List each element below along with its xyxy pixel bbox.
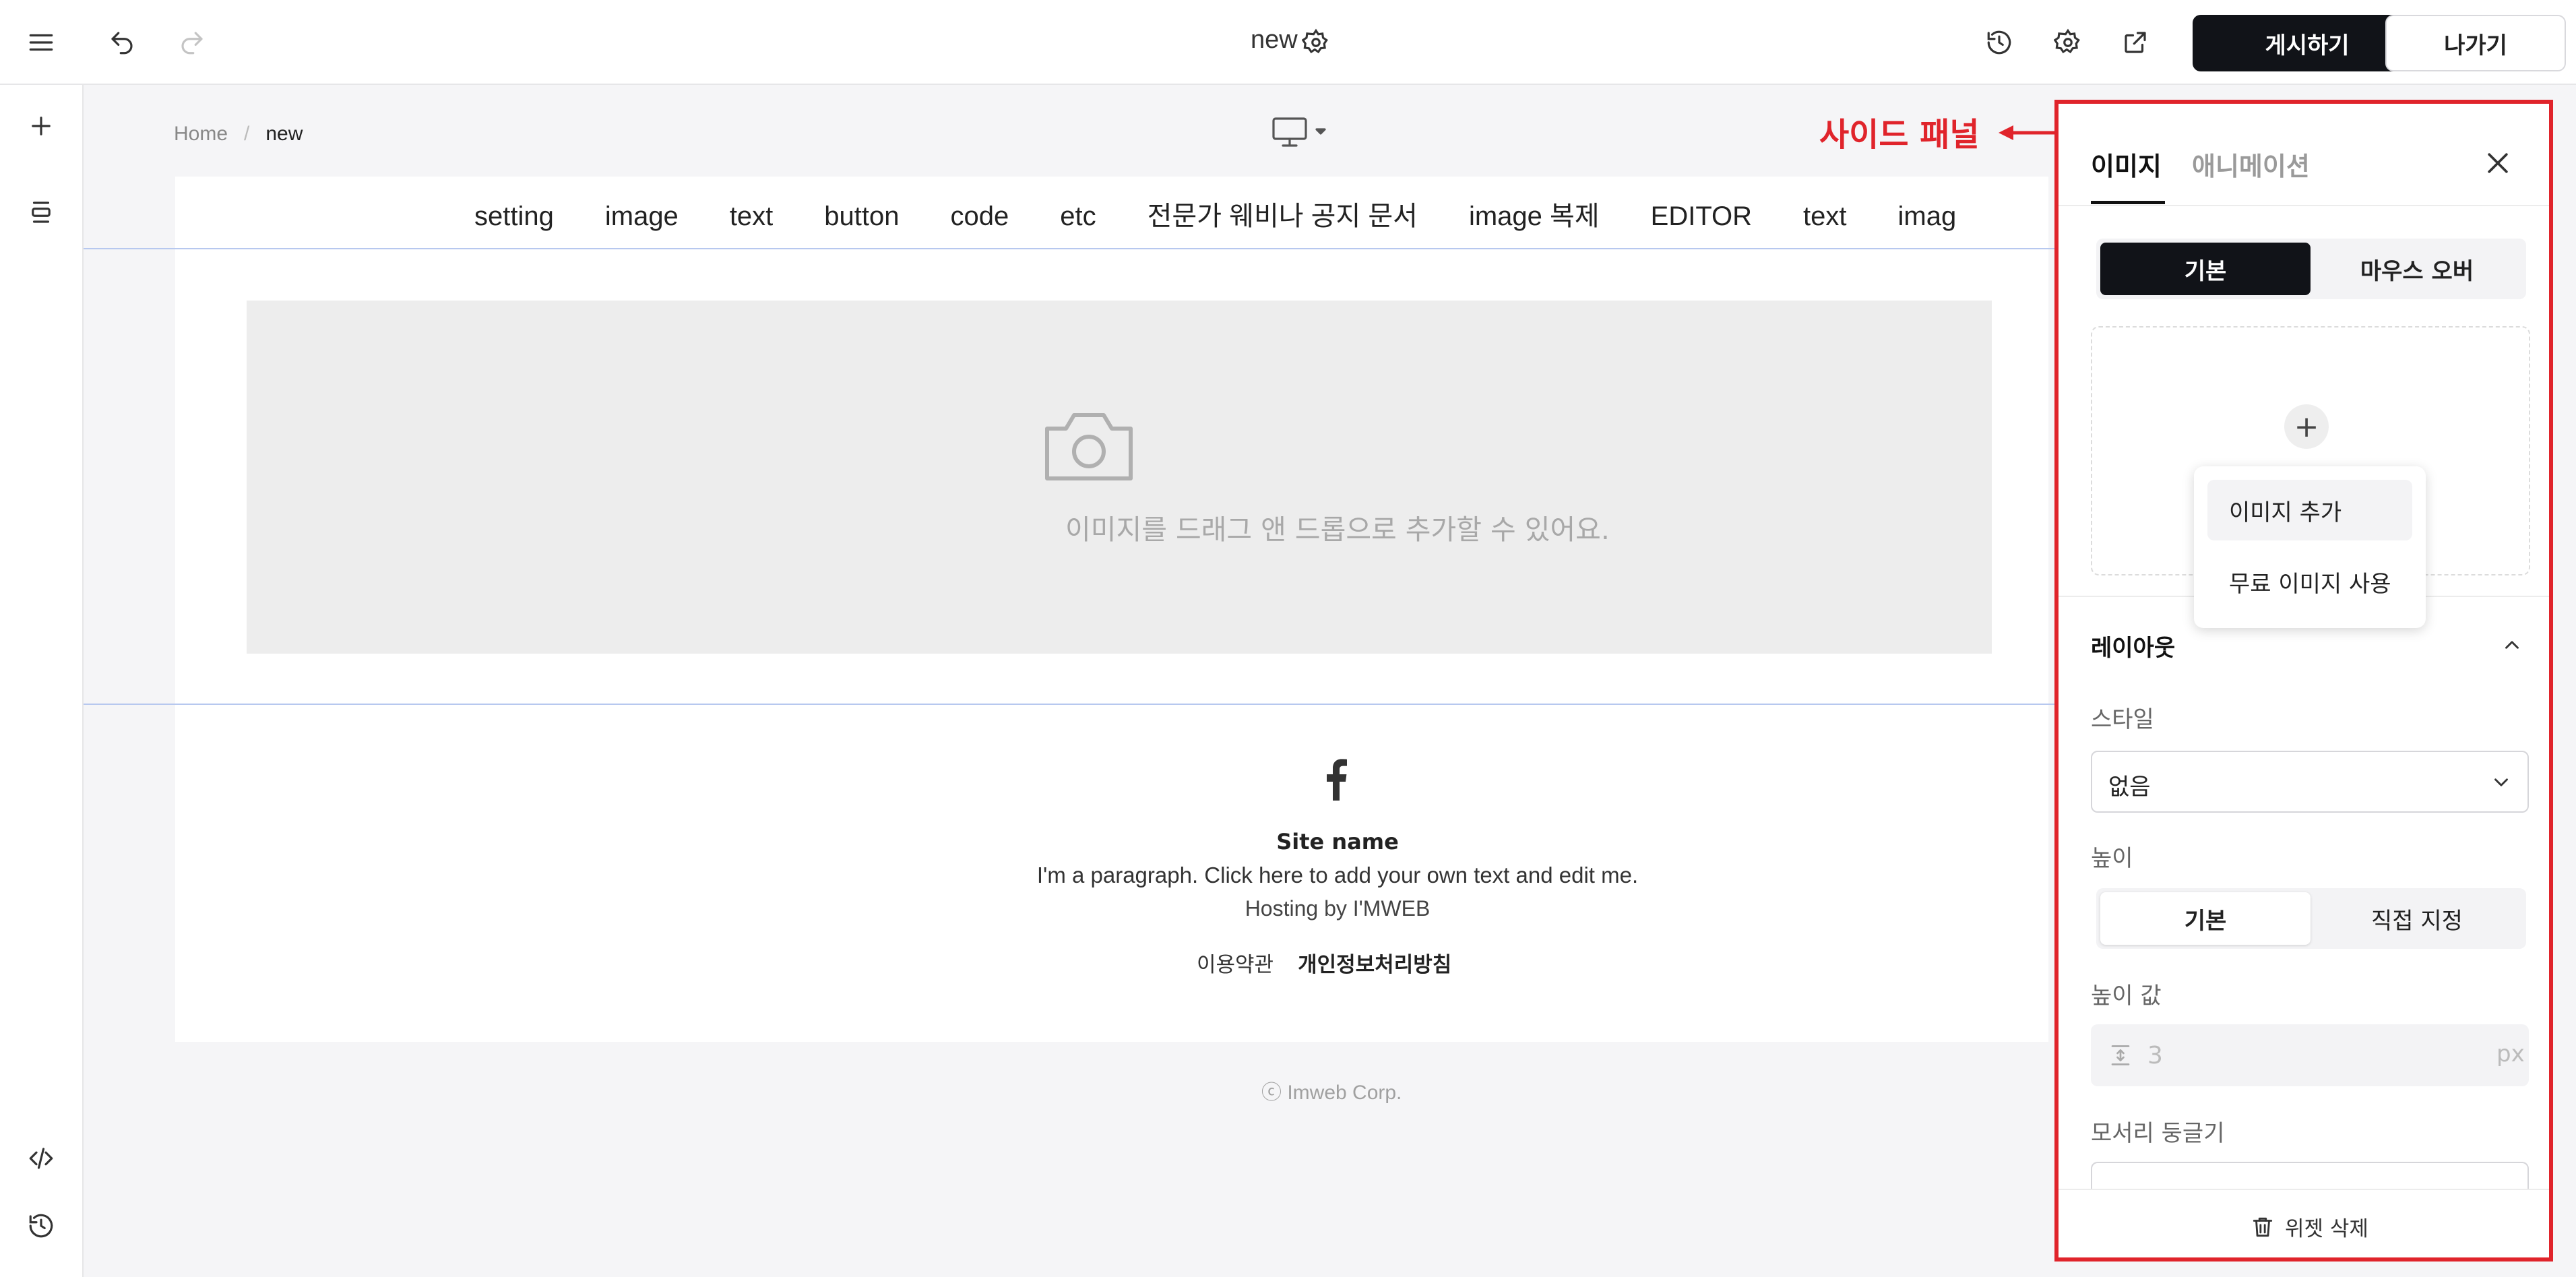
corner-radius-label: 모서리 둥글기 (2091, 1120, 2225, 1147)
privacy-link[interactable]: 개인정보처리방침 (1298, 953, 1451, 977)
exit-button[interactable]: 나가기 (2385, 15, 2566, 71)
height-custom[interactable]: 직접 지정 (2312, 892, 2522, 945)
chevron-up-icon[interactable] (2501, 633, 2523, 656)
menu-item-add-image[interactable]: 이미지 추가 (2207, 480, 2412, 540)
chevron-down-icon (2490, 771, 2513, 794)
height-value-input[interactable] (2147, 1039, 2417, 1071)
device-selector[interactable] (1271, 116, 1338, 150)
layout-section-title: 레이아웃 (2091, 635, 2176, 662)
mode-basic[interactable]: 기본 (2100, 243, 2311, 295)
height-unit: px (2496, 1040, 2525, 1067)
style-select[interactable]: 없음 (2091, 751, 2529, 813)
nav-item[interactable]: text (1803, 201, 1846, 231)
history-icon[interactable] (27, 1212, 55, 1240)
height-icon (2108, 1043, 2133, 1067)
close-icon[interactable] (2483, 148, 2513, 178)
nav-item[interactable]: imag (1898, 201, 1957, 231)
left-toolbar (0, 85, 84, 1277)
height-label: 높이 (2091, 845, 2133, 872)
upload-menu: 이미지 추가 무료 이미지 사용 (2194, 466, 2426, 628)
copyright: ⓒ Imweb Corp. (1261, 1082, 1402, 1104)
height-toggle: 기본 직접 지정 (2096, 888, 2526, 949)
tab-underline (2091, 201, 2165, 204)
nav-item[interactable]: image 복제 (1469, 201, 1600, 231)
footer-links: 이용약관 개인정보처리방침 (1197, 947, 1451, 978)
camera-icon (1042, 407, 1136, 484)
history-icon[interactable] (1985, 28, 2013, 57)
tab-image[interactable]: 이미지 (2091, 146, 2162, 183)
nav-item[interactable]: image (605, 201, 679, 231)
add-icon[interactable] (27, 112, 55, 140)
delete-widget-button[interactable]: 위젯 삭제 (2250, 1212, 2368, 1242)
top-bar: new 게시하기 나가기 (0, 0, 2576, 85)
add-image-plus-icon[interactable]: + (2284, 404, 2329, 449)
nav-item[interactable]: 전문가 웨비나 공지 문서 (1148, 201, 1418, 231)
nav-item[interactable]: etc (1060, 201, 1096, 231)
side-panel: 이미지 애니메이션 기본 마우스 오버 레이아웃 스타일 없음 높이 기본 직접… (2059, 104, 2549, 1257)
settings-gear-icon[interactable] (2054, 28, 2082, 57)
panel-footer: 위젯 삭제 (2059, 1189, 2549, 1257)
site-nav-items: setting image text button code etc 전문가 웨비나 공지 … (474, 194, 2007, 233)
external-link-icon[interactable] (2121, 28, 2149, 57)
nav-item[interactable]: button (824, 201, 899, 231)
delete-widget-label: 위젯 삭제 (2285, 1217, 2368, 1241)
nav-item[interactable]: text (730, 201, 773, 231)
gear-icon[interactable] (1302, 28, 1330, 57)
terms-link[interactable]: 이용약관 (1197, 953, 1274, 977)
tab-animation[interactable]: 애니메이션 (2192, 146, 2310, 183)
height-value-label: 높이 값 (2091, 983, 2162, 1009)
nav-item[interactable]: setting (474, 201, 554, 231)
layers-icon[interactable] (27, 198, 55, 226)
divider (2059, 205, 2549, 206)
annotation-label: 사이드 패널 (1819, 116, 1980, 154)
trash-icon (2250, 1214, 2275, 1240)
height-basic[interactable]: 기본 (2100, 892, 2311, 945)
redo-icon[interactable] (178, 28, 206, 57)
site-navigation: setting image text button code etc 전문가 웨비나 공지 … (175, 177, 2048, 248)
document-title[interactable]: new (1251, 26, 1298, 55)
annotation-arrow-icon (1999, 123, 2062, 143)
breadcrumb-current: new (265, 123, 303, 145)
code-icon[interactable] (27, 1144, 55, 1173)
undo-icon[interactable] (108, 28, 136, 57)
style-label: 스타일 (2091, 706, 2154, 733)
menu-item-free-images[interactable]: 무료 이미지 사용 (2207, 551, 2412, 612)
nav-item[interactable]: code (951, 201, 1009, 231)
breadcrumb-separator: / (244, 123, 250, 145)
nav-item[interactable]: EDITOR (1651, 201, 1752, 231)
breadcrumb-home[interactable]: Home (174, 123, 228, 145)
mode-hover[interactable]: 마우스 오버 (2312, 243, 2522, 295)
facebook-icon[interactable] (1322, 757, 1349, 801)
height-value-field: px (2091, 1024, 2529, 1086)
breadcrumb: Home / new (174, 123, 303, 146)
monitor-icon (1272, 117, 1326, 147)
menu-icon[interactable] (27, 28, 55, 57)
style-select-value: 없음 (2108, 774, 2151, 801)
mode-toggle: 기본 마우스 오버 (2096, 239, 2526, 299)
